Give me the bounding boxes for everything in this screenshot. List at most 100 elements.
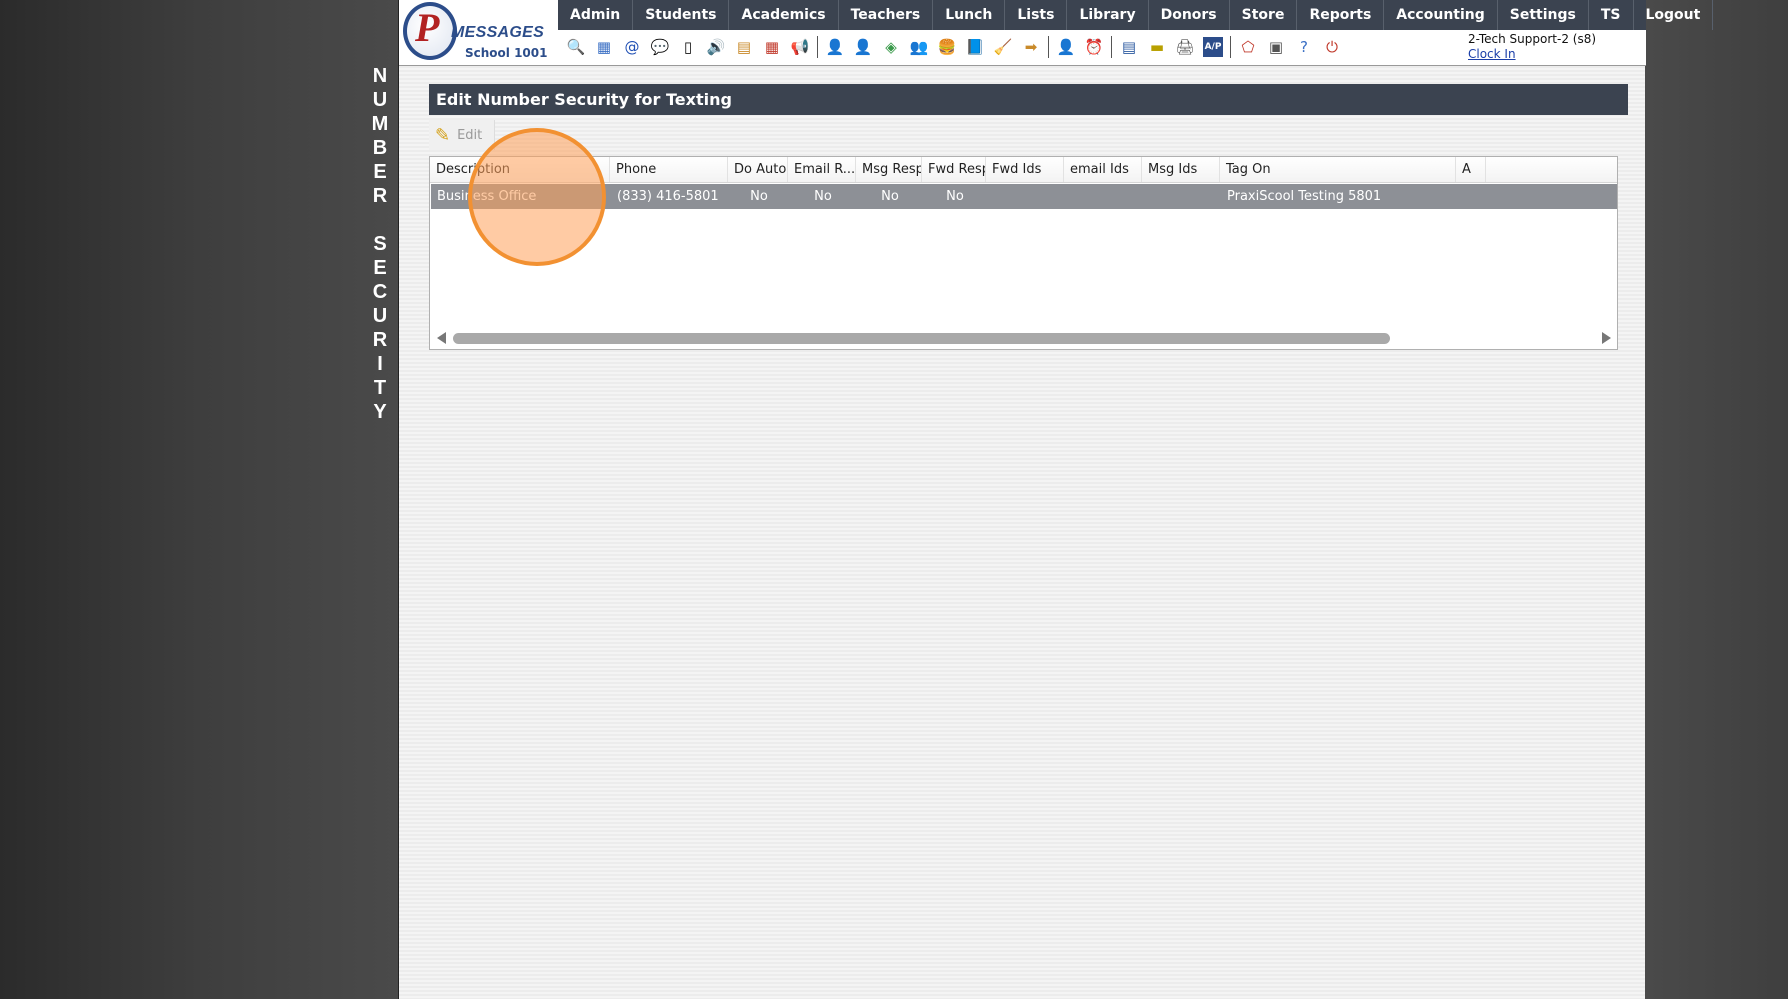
table-cell [987,184,1065,209]
column-header[interactable]: Tag On [1220,157,1456,182]
grid-header: Description Phone Do Auto Email R... Msg Res… [430,157,1617,183]
scrollbar-thumb[interactable] [453,333,1390,344]
megaphone-icon[interactable]: 📢 [790,37,810,57]
ap-icon[interactable]: A/P [1203,37,1223,57]
logo[interactable]: P MESSAGES School 1001 [401,2,556,64]
toolbar-separator [1048,36,1049,58]
table-row[interactable]: Business Office (833) 416-5801 No No No No Pra… [431,184,1617,209]
calendar-grid-icon[interactable]: ▦ [594,37,614,57]
side-title-letter: I [377,353,383,375]
side-vertical-title: NUMBERSECURITY [368,64,392,424]
page-container: P MESSAGES School 1001 Admin Students Acad… [398,0,1714,999]
table-cell: (833) 416-5801 [617,189,719,204]
pencil-icon: ✎ [435,124,451,146]
column-header[interactable]: Description [430,157,610,182]
help-icon[interactable]: ? [1294,37,1314,57]
table-cell: No [946,189,964,204]
side-title-letter: R [372,185,388,207]
right-background [1645,0,1788,999]
pdf-icon[interactable]: ⬠ [1238,37,1258,57]
student-icon[interactable]: 👤 [853,37,873,57]
book-icon[interactable]: 📘 [965,37,985,57]
nav-item-teachers[interactable]: Teachers [839,0,934,30]
email-at-icon[interactable]: @ [622,37,642,57]
nav-item-donors[interactable]: Donors [1149,0,1230,30]
nav-item-academics[interactable]: Academics [729,0,839,30]
toolbar-separator [1230,36,1231,58]
header: P MESSAGES School 1001 Admin Students Acad… [399,0,1714,66]
edit-button-label: Edit [457,127,483,143]
table-cell: No [814,189,832,204]
side-title-letter: E [373,257,387,279]
user-box: 2-Tech Support-2 (s8) Clock In [1468,32,1596,62]
user-name: 2-Tech Support-2 (s8) [1468,32,1597,46]
table-cell [1457,184,1487,209]
speaker-icon[interactable]: 🔊 [706,37,726,57]
lunch-icon[interactable]: 🍔 [937,37,957,57]
calendar-icon[interactable]: ▦ [762,37,782,57]
column-header[interactable]: Msg Ids [1142,157,1220,182]
panel-title: Edit Number Security for Texting [429,84,1628,115]
table-cell: No [750,189,768,204]
side-title-letter: E [373,161,387,183]
column-header[interactable]: Do Auto [728,157,788,182]
power-icon[interactable]: ⏻ [1322,37,1342,57]
side-title-letter: B [372,137,388,159]
nav-item-library[interactable]: Library [1067,0,1149,30]
scroll-right-arrow-icon[interactable] [1602,332,1611,344]
student-add-icon[interactable]: 👤 [825,37,845,57]
side-title-letter: C [372,281,388,303]
column-header[interactable]: Fwd Resp [922,157,986,182]
side-title-letter: N [372,65,388,87]
search-icon[interactable]: 🔍 [566,37,586,57]
clock-icon[interactable]: ⏰ [1084,37,1104,57]
nav-item-settings[interactable]: Settings [1498,0,1589,30]
mobile-phone-icon[interactable]: ▯ [678,37,698,57]
nav-item-store[interactable]: Store [1230,0,1298,30]
side-title-letter: Y [373,401,387,423]
logo-letter: P [415,5,440,50]
forward-icon[interactable]: ➡ [1021,37,1041,57]
side-title-letter: S [373,233,387,255]
edit-button[interactable]: ✎ Edit [429,120,495,150]
table-cell [1143,184,1221,209]
table-cell: Business Office [437,189,537,204]
group-icon[interactable]: 👥 [909,37,929,57]
cash-register-icon[interactable]: ▣ [1266,37,1286,57]
nav-item-accounting[interactable]: Accounting [1384,0,1498,30]
teacher-icon[interactable]: 👤 [1056,37,1076,57]
money-icon[interactable]: ◈ [881,37,901,57]
side-title-letter: R [372,329,388,351]
side-title-letter: U [372,305,388,327]
side-title-letter: M [371,113,389,135]
clock-in-link[interactable]: Clock In [1468,47,1516,61]
form-icon[interactable]: ▤ [734,37,754,57]
column-header[interactable]: Fwd Ids [986,157,1064,182]
nav-item-students[interactable]: Students [633,0,730,30]
nav-item-lunch[interactable]: Lunch [933,0,1006,30]
card-icon[interactable]: ▬ [1147,37,1167,57]
nav-item-admin[interactable]: Admin [558,0,634,30]
school-name: School 1001 [465,46,548,60]
column-header[interactable]: A [1456,157,1486,182]
report-icon[interactable]: ▤ [1119,37,1139,57]
nav-item-reports[interactable]: Reports [1297,0,1385,30]
nav-item-logout[interactable]: Logout [1634,0,1714,30]
column-header[interactable]: Email R... [788,157,856,182]
column-header[interactable]: Msg Resp [856,157,922,182]
nav-item-lists[interactable]: Lists [1005,0,1068,30]
security-grid: Description Phone Do Auto Email R... Msg Res… [429,156,1618,350]
side-title-letter: U [372,89,388,111]
icon-toolbar: 🔍 ▦ @ 💬 ▯ 🔊 ▤ ▦ 📢 👤 👤 ◈ 👥 🍔 📘 🧹 ➡ 👤 ⏰ ▤ ▬ 🖨 A/P ⬠ ▣? ⏻ [558,30,1458,64]
horizontal-scrollbar[interactable] [430,327,1617,349]
chat-bubbles-icon[interactable]: 💬 [650,37,670,57]
table-cell: No [881,189,899,204]
table-cell: PraxiScool Testing 5801 [1227,189,1382,204]
nav-item-ts[interactable]: TS [1589,0,1634,30]
column-header[interactable]: Phone [610,157,728,182]
side-title-letter: T [373,377,387,399]
broom-icon[interactable]: 🧹 [993,37,1013,57]
scroll-left-arrow-icon[interactable] [437,332,446,344]
printer-icon[interactable]: 🖨 [1175,37,1195,57]
column-header[interactable]: email Ids [1064,157,1142,182]
